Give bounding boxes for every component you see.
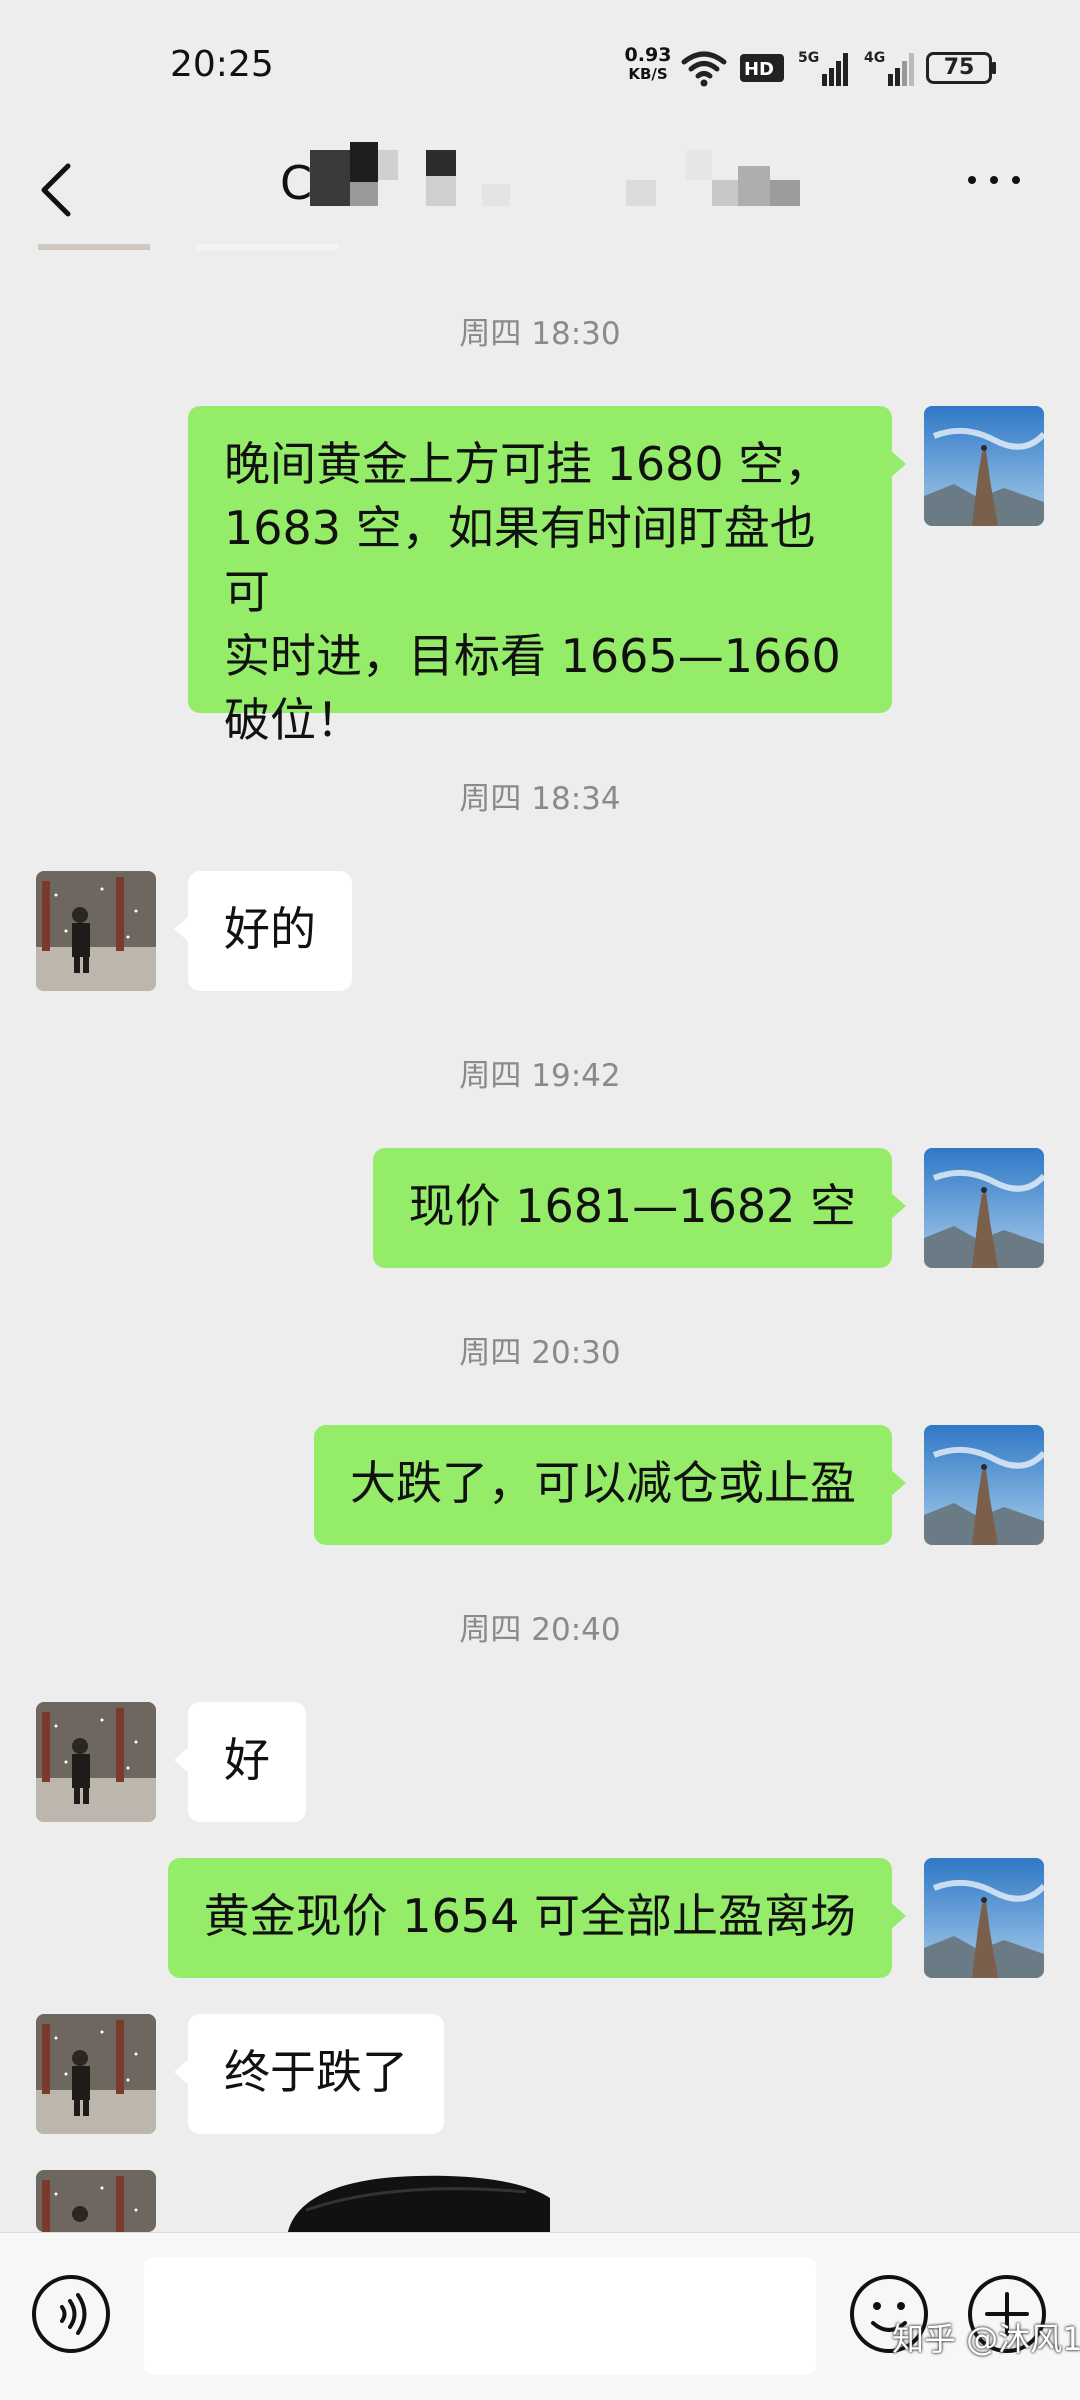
timestamp: 周四 20:30 bbox=[459, 1335, 621, 1371]
my-avatar[interactable] bbox=[924, 1425, 1044, 1545]
received-message-bubble[interactable]: 好 bbox=[174, 1702, 306, 1822]
more-dots-icon[interactable] bbox=[964, 170, 1024, 190]
battery-level: 75 bbox=[943, 55, 975, 80]
hd-label: HD bbox=[744, 59, 774, 80]
sent-message-bubble[interactable]: 晚间黄金上方可挂 1680 空， 1683 空，如果有时间盯盘也可 实时进，目标… bbox=[188, 406, 906, 747]
message-text: 黄金现价 1654 可全部止盈离场 bbox=[203, 1889, 856, 1943]
watermark: 知乎 @沐风1671 bbox=[892, 2320, 1080, 2358]
status-time: 20:25 bbox=[170, 44, 274, 85]
signal-4g-label: 4G bbox=[864, 50, 885, 66]
contact-avatar[interactable] bbox=[36, 2014, 156, 2134]
hd-icon: HD bbox=[740, 54, 784, 82]
message-text: 终于跌了 bbox=[224, 2045, 408, 2099]
message-text: 现价 1681—1682 空 bbox=[408, 1179, 856, 1233]
wifi-icon bbox=[681, 51, 727, 87]
contact-avatar[interactable] bbox=[36, 871, 156, 991]
timestamp: 周四 20:40 bbox=[459, 1612, 621, 1648]
message-text: 大跌了，可以减仓或止盈 bbox=[350, 1456, 856, 1510]
my-avatar[interactable] bbox=[924, 1148, 1044, 1268]
message-line: 破位！ bbox=[224, 693, 362, 747]
my-avatar[interactable] bbox=[924, 1858, 1044, 1978]
previous-message-edge bbox=[38, 244, 150, 250]
contact-avatar[interactable] bbox=[36, 2170, 156, 2232]
chat-screen: 20:25 0.93 KB/S HD 5G 4G 75 C 周四 18:30 晚… bbox=[0, 0, 1080, 2400]
chat-header: C bbox=[0, 130, 1080, 248]
received-message-bubble[interactable]: 好的 bbox=[174, 871, 352, 991]
network-speed: 0.93 KB/S bbox=[622, 46, 674, 84]
timestamp: 周四 18:30 bbox=[459, 316, 621, 352]
previous-message-edge bbox=[196, 244, 338, 250]
timestamp: 周四 18:34 bbox=[459, 781, 621, 817]
signal-5g-icon: 5G bbox=[798, 50, 848, 86]
network-speed-value: 0.93 bbox=[624, 44, 672, 66]
message-input[interactable] bbox=[144, 2257, 816, 2375]
sent-message-bubble[interactable]: 现价 1681—1682 空 bbox=[372, 1148, 907, 1268]
message-text: 好的 bbox=[224, 902, 316, 956]
status-bar: 20:25 0.93 KB/S HD 5G 4G 75 bbox=[0, 0, 1080, 130]
message-text: 好 bbox=[224, 1733, 270, 1787]
voice-icon[interactable] bbox=[30, 2273, 112, 2355]
redacted-scribble bbox=[288, 2175, 550, 2232]
message-line: 实时进，目标看 1665—1660 bbox=[224, 629, 841, 683]
signal-4g-icon: 4G bbox=[864, 50, 914, 86]
received-message-bubble[interactable]: 终于跌了 bbox=[174, 2014, 444, 2134]
contact-avatar[interactable] bbox=[36, 1702, 156, 1822]
my-avatar[interactable] bbox=[924, 406, 1044, 526]
sent-message-bubble[interactable]: 大跌了，可以减仓或止盈 bbox=[314, 1425, 906, 1545]
sent-message-bubble[interactable]: 黄金现价 1654 可全部止盈离场 bbox=[167, 1858, 907, 1978]
back-arrow-icon[interactable] bbox=[36, 160, 76, 220]
message-line: 晚间黄金上方可挂 1680 空， bbox=[224, 437, 831, 491]
timestamp: 周四 19:42 bbox=[459, 1058, 621, 1094]
redacted-name-mosaic bbox=[310, 142, 800, 206]
message-line: 1683 空，如果有时间盯盘也可 bbox=[224, 501, 816, 619]
network-speed-unit: KB/S bbox=[628, 65, 668, 83]
signal-5g-label: 5G bbox=[798, 50, 819, 66]
